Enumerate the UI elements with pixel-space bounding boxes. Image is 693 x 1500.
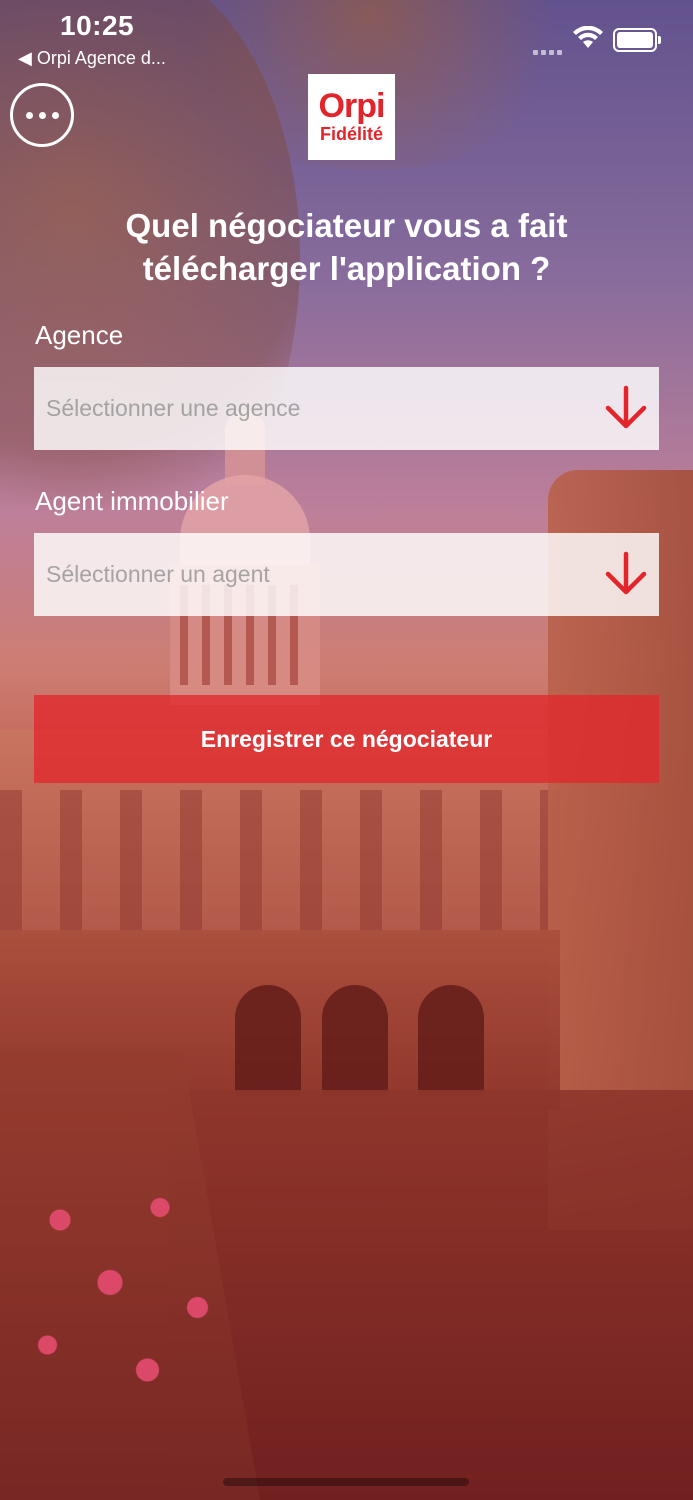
home-indicator	[223, 1478, 469, 1486]
logo-brand: Orpi	[318, 87, 386, 125]
arrow-down-icon	[605, 551, 647, 595]
agency-label: Agence	[35, 320, 124, 350]
menu-button[interactable]	[10, 83, 74, 147]
more-horizontal-icon	[23, 106, 62, 124]
back-to-app-link[interactable]: ◀ Orpi Agence d...	[18, 48, 166, 69]
wifi-icon	[573, 26, 603, 48]
agent-placeholder: Sélectionner un agent	[46, 561, 270, 587]
status-bar: 10:25 ◀ Orpi Agence d...	[0, 0, 693, 80]
battery-icon	[613, 28, 661, 52]
arrow-down-icon	[605, 385, 647, 429]
orpi-logo: Orpi Fidélité	[308, 74, 395, 160]
save-negotiator-button[interactable]: Enregistrer ce négociateur	[34, 695, 659, 783]
status-time: 10:25	[60, 10, 135, 41]
agent-select[interactable]: Sélectionner un agent	[34, 533, 659, 616]
logo-tagline: Fidélité	[319, 124, 383, 144]
cellular-signal-icon	[533, 42, 565, 60]
page-title: Quel négociateur vous a fait télécharger…	[125, 207, 568, 287]
agency-select[interactable]: Sélectionner une agence	[34, 367, 659, 450]
agency-placeholder: Sélectionner une agence	[46, 395, 301, 421]
agent-label: Agent immobilier	[35, 486, 229, 516]
